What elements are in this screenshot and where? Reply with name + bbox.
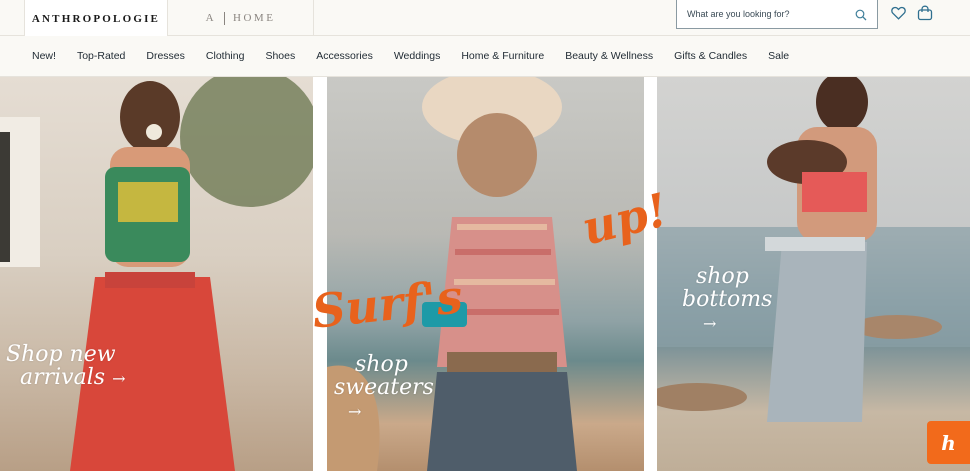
nav-item-accessories[interactable]: Accessories <box>316 50 373 62</box>
arrow-right-icon: → <box>348 402 362 422</box>
honey-extension-button[interactable]: h <box>927 421 970 464</box>
nav-item-shoes[interactable]: Shoes <box>265 50 295 62</box>
nav-item-sale[interactable]: Sale <box>768 50 789 62</box>
bag-icon[interactable] <box>917 5 933 21</box>
nav-item-clothing[interactable]: Clothing <box>206 50 245 62</box>
cta-sweaters-text[interactable]: shop sweaters → <box>334 353 434 422</box>
nav-item-gifts-candles[interactable]: Gifts & Candles <box>674 50 747 62</box>
search-bar[interactable] <box>676 0 878 29</box>
cta-bottoms-text[interactable]: shop bottoms → <box>682 265 772 334</box>
arrow-right-icon: → <box>112 369 126 389</box>
anthropologie-logo: ANTHROPOLOGIE <box>31 12 161 25</box>
honey-logo-icon: h <box>941 430 956 455</box>
nav-item-dresses[interactable]: Dresses <box>146 50 185 62</box>
nav-item-home-furniture[interactable]: Home & Furniture <box>461 50 544 62</box>
nav-item-beauty-wellness[interactable]: Beauty & Wellness <box>565 50 653 62</box>
search-icon[interactable] <box>855 8 867 21</box>
hero-banner: Shop new arrivals → Surf's up! shop swea… <box>0 77 970 471</box>
home-brand-logo: A HOME <box>205 11 276 25</box>
search-input[interactable] <box>687 9 847 19</box>
hero-image-new-arrivals <box>0 77 313 471</box>
home-brand-tab[interactable]: A HOME <box>168 0 314 36</box>
hero-panel-new-arrivals[interactable]: Shop new arrivals → <box>0 77 313 471</box>
heart-icon[interactable] <box>890 5 906 21</box>
top-header: ANTHROPOLOGIE A HOME <box>0 0 970 37</box>
nav-item-weddings[interactable]: Weddings <box>394 50 441 62</box>
arrow-right-icon: → <box>702 314 717 334</box>
anthropologie-tab[interactable]: ANTHROPOLOGIE <box>24 0 168 37</box>
cta-new-arrivals: Shop new arrivals → <box>6 342 126 391</box>
nav-item-new[interactable]: New! <box>32 50 56 62</box>
main-nav: New! Top-Rated Dresses Clothing Shoes Ac… <box>0 36 970 77</box>
nav-item-top-rated[interactable]: Top-Rated <box>77 50 125 62</box>
